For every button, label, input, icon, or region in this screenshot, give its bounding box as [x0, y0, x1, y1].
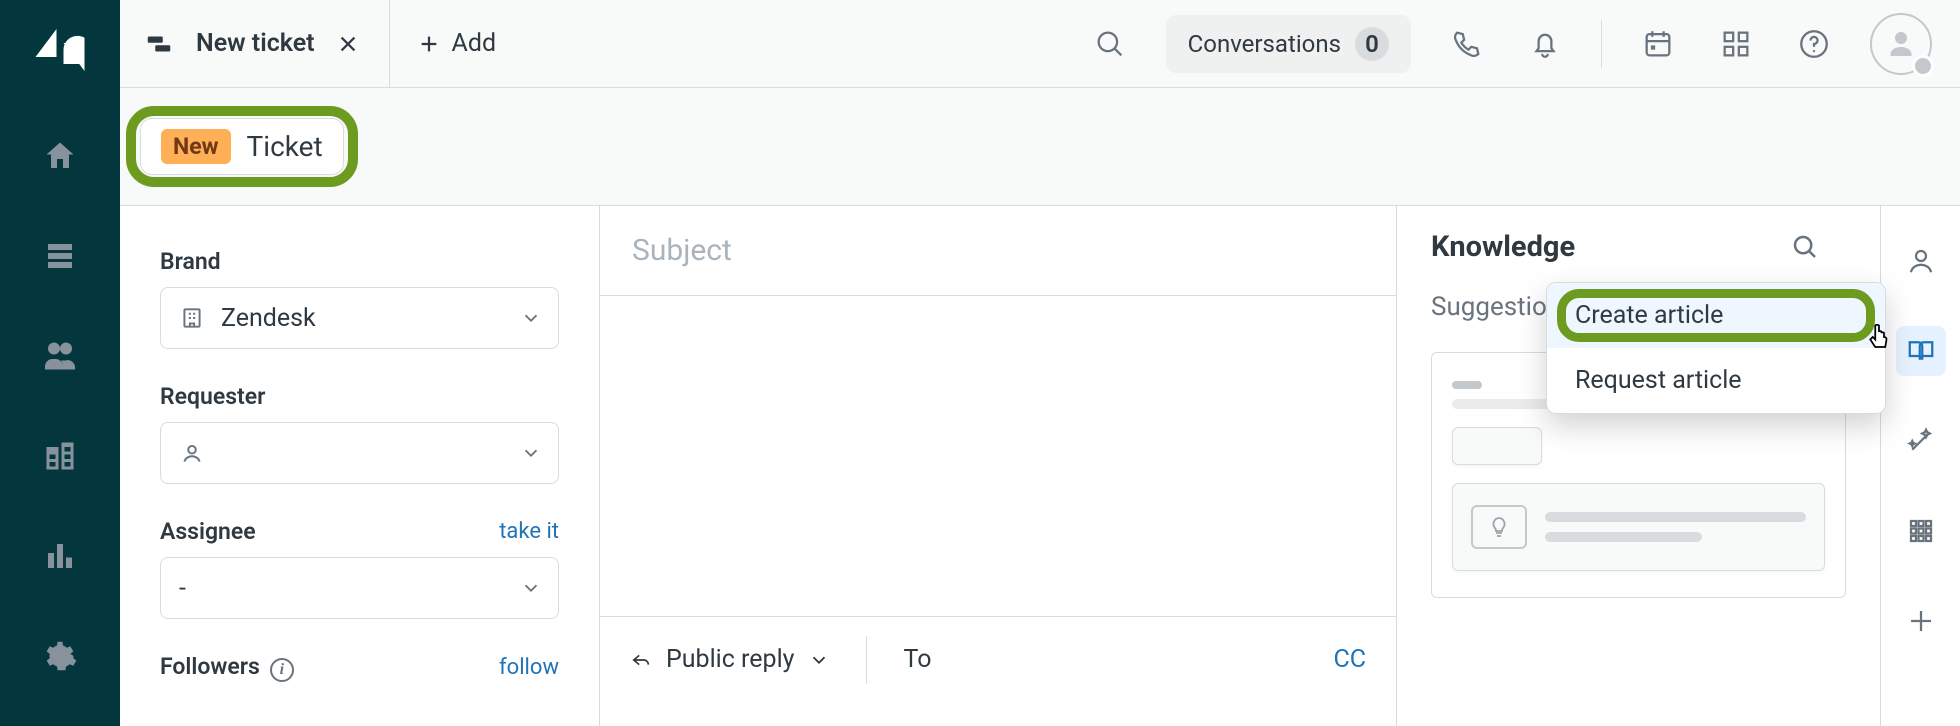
- add-tab-button[interactable]: Add: [390, 29, 525, 58]
- rail-add[interactable]: [1896, 596, 1946, 646]
- subject-row: [600, 206, 1396, 296]
- help-icon[interactable]: [1792, 22, 1836, 66]
- assignee-select[interactable]: -: [160, 557, 559, 619]
- lightbulb-icon: [1471, 505, 1527, 549]
- knowledge-panel: Knowledge Create article Request article…: [1396, 206, 1880, 726]
- ticket-tab-icon: [144, 29, 174, 59]
- add-tab-label: Add: [452, 29, 497, 58]
- reply-type-select[interactable]: Public reply: [630, 645, 830, 674]
- subject-input[interactable]: [630, 232, 1366, 269]
- nav-customers[interactable]: [38, 334, 82, 378]
- chevron-down-icon: [808, 649, 830, 671]
- presence-indicator: [1912, 55, 1934, 77]
- rail-knowledge[interactable]: [1896, 326, 1946, 376]
- knowledge-create-menu: Create article Request article: [1546, 282, 1886, 414]
- ticket-fields-panel: Brand Zendesk Requester Assignee take it…: [120, 206, 600, 726]
- take-it-link[interactable]: take it: [499, 519, 559, 544]
- context-rail: [1880, 206, 1960, 726]
- header-actions: Conversations 0: [1088, 0, 1960, 87]
- building-icon: [179, 305, 205, 331]
- info-icon[interactable]: i: [270, 658, 294, 682]
- brand-select[interactable]: Zendesk: [160, 287, 559, 349]
- requester-select[interactable]: [160, 422, 559, 484]
- to-label: To: [903, 645, 931, 674]
- cc-button[interactable]: CC: [1333, 645, 1366, 674]
- conversations-count: 0: [1355, 27, 1389, 61]
- calendar-icon[interactable]: [1636, 22, 1680, 66]
- ticket-composer: Public reply To CC: [600, 206, 1396, 726]
- profile-avatar[interactable]: [1870, 13, 1932, 75]
- requester-label: Requester: [160, 383, 265, 410]
- user-icon: [179, 440, 205, 466]
- apps-icon[interactable]: [1714, 22, 1758, 66]
- conversations-button[interactable]: Conversations 0: [1166, 15, 1411, 73]
- ticket-type-label: Ticket: [247, 130, 323, 163]
- pointer-cursor-icon: [1864, 322, 1894, 352]
- tab-title: New ticket: [196, 29, 315, 58]
- nav-organizations[interactable]: [38, 434, 82, 478]
- rail-user[interactable]: [1896, 236, 1946, 286]
- nav-admin[interactable]: [38, 634, 82, 678]
- ticket-status-bar: New Ticket: [120, 88, 1960, 206]
- assignee-label: Assignee: [160, 518, 256, 545]
- nav-reporting[interactable]: [38, 534, 82, 578]
- status-badge: New: [161, 129, 231, 164]
- nav-home[interactable]: [38, 134, 82, 178]
- reply-icon: [630, 649, 652, 671]
- tab-new-ticket[interactable]: New ticket: [120, 0, 390, 87]
- top-header: New ticket Add Conversations 0: [120, 0, 1960, 88]
- brand-value: Zendesk: [221, 304, 316, 333]
- bell-icon[interactable]: [1523, 22, 1567, 66]
- chevron-down-icon: [520, 577, 542, 599]
- followers-label: Followersi: [160, 653, 294, 682]
- chevron-down-icon: [520, 307, 542, 329]
- reply-type-label: Public reply: [666, 645, 794, 674]
- reply-toolbar: Public reply To CC: [600, 616, 1396, 702]
- assignee-value: -: [179, 574, 186, 603]
- follow-link[interactable]: follow: [499, 655, 559, 680]
- phone-icon[interactable]: [1445, 22, 1489, 66]
- menu-request-article[interactable]: Request article: [1547, 348, 1885, 413]
- menu-create-article[interactable]: Create article: [1547, 283, 1885, 348]
- nav-views[interactable]: [38, 234, 82, 278]
- rail-apps[interactable]: [1896, 506, 1946, 556]
- chevron-down-icon: [520, 442, 542, 464]
- brand-label: Brand: [160, 248, 221, 275]
- zendesk-logo-icon: [32, 22, 88, 78]
- plus-icon: [418, 33, 440, 55]
- search-button[interactable]: [1088, 22, 1132, 66]
- conversations-label: Conversations: [1188, 30, 1341, 58]
- close-icon[interactable]: [337, 33, 359, 55]
- rail-magic[interactable]: [1896, 416, 1946, 466]
- search-icon[interactable]: [1790, 232, 1820, 262]
- knowledge-title: Knowledge: [1431, 230, 1764, 264]
- conversation-area: [600, 296, 1396, 616]
- ticket-status-capsule[interactable]: New Ticket: [140, 118, 344, 175]
- nav-rail: [0, 0, 120, 726]
